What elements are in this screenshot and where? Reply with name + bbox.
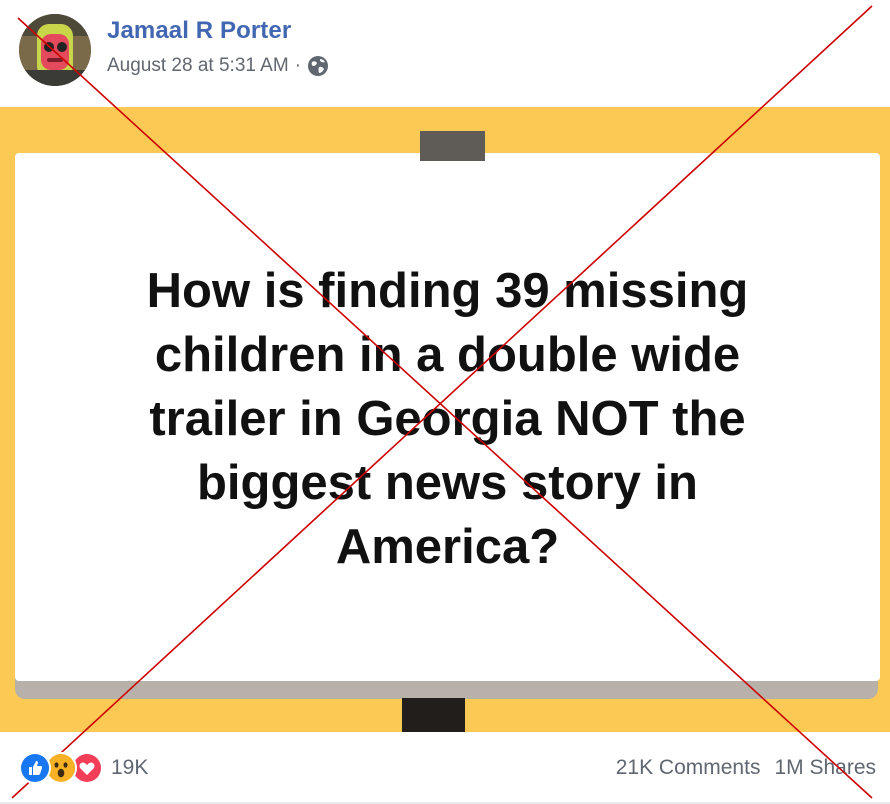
post-meta: August 28 at 5:31 AM · [107,55,329,77]
reactions-summary[interactable]: 19K [19,752,148,784]
comments-count[interactable]: 21K Comments [616,756,761,780]
avatar[interactable] [19,14,91,86]
meta-separator: · [294,55,302,76]
whiteboard: How is finding 39 missing children in a … [15,153,880,681]
post-timestamp[interactable]: August 28 at 5:31 AM [107,55,289,77]
post-image[interactable]: How is finding 39 missing children in a … [0,107,890,732]
image-text: How is finding 39 missing children in a … [15,259,880,579]
board-clip-bottom [402,698,465,732]
footer-stats: 21K Comments 1M Shares [616,756,876,780]
post-footer: 19K 21K Comments 1M Shares [0,732,890,804]
like-icon [19,752,51,784]
shares-count[interactable]: 1M Shares [774,756,876,780]
image-text-line: How is finding 39 missing [146,264,749,318]
globe-icon[interactable] [307,55,329,77]
reaction-count[interactable]: 19K [111,756,148,780]
post-header: Jamaal R Porter August 28 at 5:31 AM · [0,0,890,107]
image-text-line: America? [335,520,560,574]
board-clip-top [420,131,485,161]
author-name[interactable]: Jamaal R Porter [107,17,291,45]
image-text-line: trailer in Georgia NOT the [149,392,746,446]
image-text-line: biggest news story in [197,456,698,510]
image-text-line: children in a double wide [154,328,741,382]
